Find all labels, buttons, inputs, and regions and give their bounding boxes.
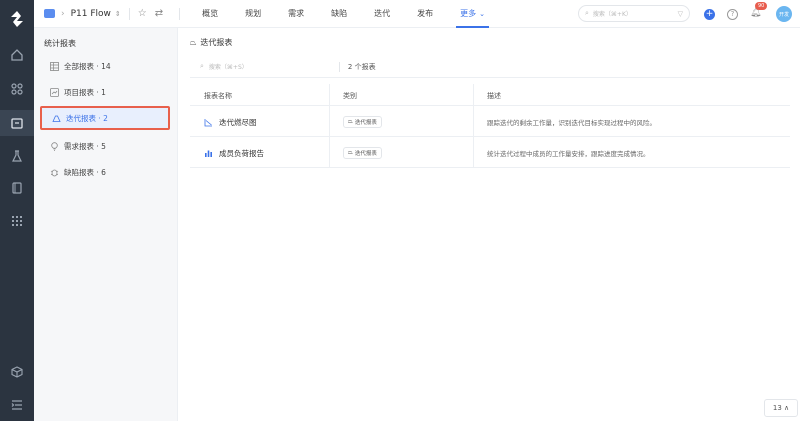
- app-logo-icon[interactable]: [7, 9, 27, 29]
- tab-more-label: 更多: [460, 9, 477, 18]
- sidebar-item-label: 缺陷报表 · 6: [64, 167, 106, 177]
- top-bar: › P11 Flow ⇕ ☆ ⇄ 概览 规划 需求 缺陷 迭代 发布 更多 ⌄ …: [34, 0, 800, 28]
- table-row[interactable]: 成员负荷报告 ⏢ 迭代报表 统计迭代过程中成员的工作量安排，跟踪进度完成情况。: [190, 138, 790, 168]
- star-icon[interactable]: ☆: [138, 8, 147, 19]
- report-name-cell[interactable]: 迭代燃尽图: [204, 117, 257, 128]
- sidebar-item-project-reports[interactable]: 项目报表 · 1: [40, 82, 170, 102]
- book-icon[interactable]: [9, 180, 25, 196]
- column-header-category[interactable]: 类别: [343, 91, 357, 101]
- collapse-menu-icon[interactable]: [9, 397, 25, 413]
- cube-icon[interactable]: [9, 364, 25, 380]
- main-panel: ⏢ 迭代报表 ⌕ 搜索（⌘+S） 2 个报表 报表名称 类别 描述 迭代燃尽图 …: [178, 28, 800, 421]
- help-icon[interactable]: ?: [727, 8, 738, 20]
- project-folder-icon[interactable]: [9, 115, 25, 131]
- chart-icon: [50, 87, 59, 97]
- report-description: 跟踪迭代的剩余工作量，识别迭代目标实现过程中的风险。: [487, 119, 656, 127]
- page-title-text: 迭代报表: [200, 38, 233, 47]
- notification-badge: 90: [755, 2, 768, 10]
- report-name-cell[interactable]: 成员负荷报告: [204, 148, 264, 159]
- reports-sidebar: 统计报表 全部报表 · 14 项目报表 · 1 迭代报表 · 2 需求报表 · …: [34, 28, 178, 421]
- tab-planning[interactable]: 规划: [245, 0, 261, 28]
- project-name[interactable]: P11 Flow: [71, 9, 111, 19]
- divider: [179, 7, 181, 20]
- iteration-icon: ⏢: [348, 149, 353, 156]
- iteration-icon: ⏢: [190, 37, 197, 47]
- report-name[interactable]: 成员负荷报告: [219, 148, 264, 159]
- report-count: 2 个报表: [347, 62, 376, 71]
- add-icon[interactable]: +: [704, 8, 715, 20]
- switch-updown-icon[interactable]: ⇕: [115, 10, 121, 18]
- sidebar-item-label: 需求报表 · 5: [64, 141, 106, 151]
- project-folder-icon: [44, 9, 55, 18]
- sidebar-item-iteration-reports[interactable]: 迭代报表 · 2: [40, 106, 170, 130]
- global-search-placeholder: 搜索（⌘+K）: [592, 11, 632, 18]
- iteration-icon: ⏢: [348, 118, 353, 125]
- category-tag: ⏢ 迭代报表: [343, 116, 382, 128]
- report-search-input[interactable]: 搜索（⌘+S）: [209, 62, 339, 71]
- column-header-description[interactable]: 描述: [487, 91, 501, 101]
- project-switcher[interactable]: › P11 Flow ⇕: [34, 0, 121, 28]
- page-title: ⏢ 迭代报表: [190, 37, 232, 48]
- swap-icon[interactable]: ⇄: [155, 8, 163, 19]
- filter-icon[interactable]: ▽: [678, 10, 683, 18]
- category-tag-label: 迭代报表: [354, 120, 377, 126]
- home-icon[interactable]: [9, 47, 25, 63]
- sidebar-item-requirement-reports[interactable]: 需求报表 · 5: [40, 136, 170, 156]
- divider: [128, 7, 130, 20]
- grid-icon: [50, 61, 59, 71]
- top-right-actions: + ? 🔔︎ 90 开发: [704, 2, 792, 22]
- search-icon: ⌕: [585, 9, 589, 17]
- lab-flask-icon[interactable]: [9, 148, 25, 164]
- bug-icon: [50, 168, 59, 177]
- page-counter[interactable]: 13 ∧: [764, 399, 798, 417]
- sidebar-item-label: 全部报表 · 14: [64, 61, 111, 71]
- sidebar-item-all-reports[interactable]: 全部报表 · 14: [40, 56, 170, 76]
- tab-releases[interactable]: 发布: [417, 0, 433, 28]
- bar-chart-icon: [205, 150, 212, 157]
- left-rail: [0, 0, 34, 421]
- tab-requirements[interactable]: 需求: [288, 0, 304, 28]
- grid-apps-icon[interactable]: [9, 213, 25, 229]
- avatar[interactable]: 开发: [776, 6, 792, 22]
- category-tag: ⏢ 迭代报表: [343, 147, 382, 159]
- column-header-name[interactable]: 报表名称: [204, 91, 232, 101]
- tab-defects[interactable]: 缺陷: [331, 0, 347, 28]
- tab-overview[interactable]: 概览: [202, 0, 218, 28]
- tab-more[interactable]: 更多 ⌄: [456, 0, 489, 28]
- report-toolbar: ⌕ 搜索（⌘+S） 2 个报表: [190, 56, 790, 78]
- sidebar-item-defect-reports[interactable]: 缺陷报表 · 6: [40, 162, 170, 182]
- chevron-down-icon: ⌄: [479, 9, 486, 18]
- sidebar-title: 统计报表: [44, 39, 76, 48]
- sidebar-item-label: 项目报表 · 1: [64, 87, 106, 97]
- iteration-icon: [52, 114, 61, 123]
- bulb-icon: [50, 141, 59, 151]
- table-header: 报表名称 类别 描述: [190, 84, 790, 106]
- apps-icon[interactable]: [9, 81, 25, 97]
- app-window: › P11 Flow ⇕ ☆ ⇄ 概览 规划 需求 缺陷 迭代 发布 更多 ⌄ …: [0, 0, 800, 421]
- table-row[interactable]: 迭代燃尽图 ⏢ 迭代报表 跟踪迭代的剩余工作量，识别迭代目标实现过程中的风险。: [190, 107, 790, 137]
- tab-iterations[interactable]: 迭代: [374, 0, 390, 28]
- report-description: 统计迭代过程中成员的工作量安排，跟踪进度完成情况。: [487, 150, 650, 158]
- category-tag-label: 迭代报表: [354, 151, 377, 157]
- notification-bell-icon[interactable]: 🔔︎ 90: [750, 2, 768, 20]
- burndown-chart-icon: [204, 119, 212, 127]
- sidebar-item-label: 迭代报表 · 2: [66, 113, 108, 123]
- search-icon: ⌕: [200, 62, 204, 70]
- global-search-input[interactable]: ⌕ 搜索（⌘+K） ▽: [578, 5, 690, 22]
- breadcrumb-chevron-icon: ›: [61, 8, 65, 19]
- report-name[interactable]: 迭代燃尽图: [219, 117, 257, 128]
- divider: [338, 61, 340, 72]
- nav-tabs: 概览 规划 需求 缺陷 迭代 发布 更多 ⌄: [202, 0, 512, 28]
